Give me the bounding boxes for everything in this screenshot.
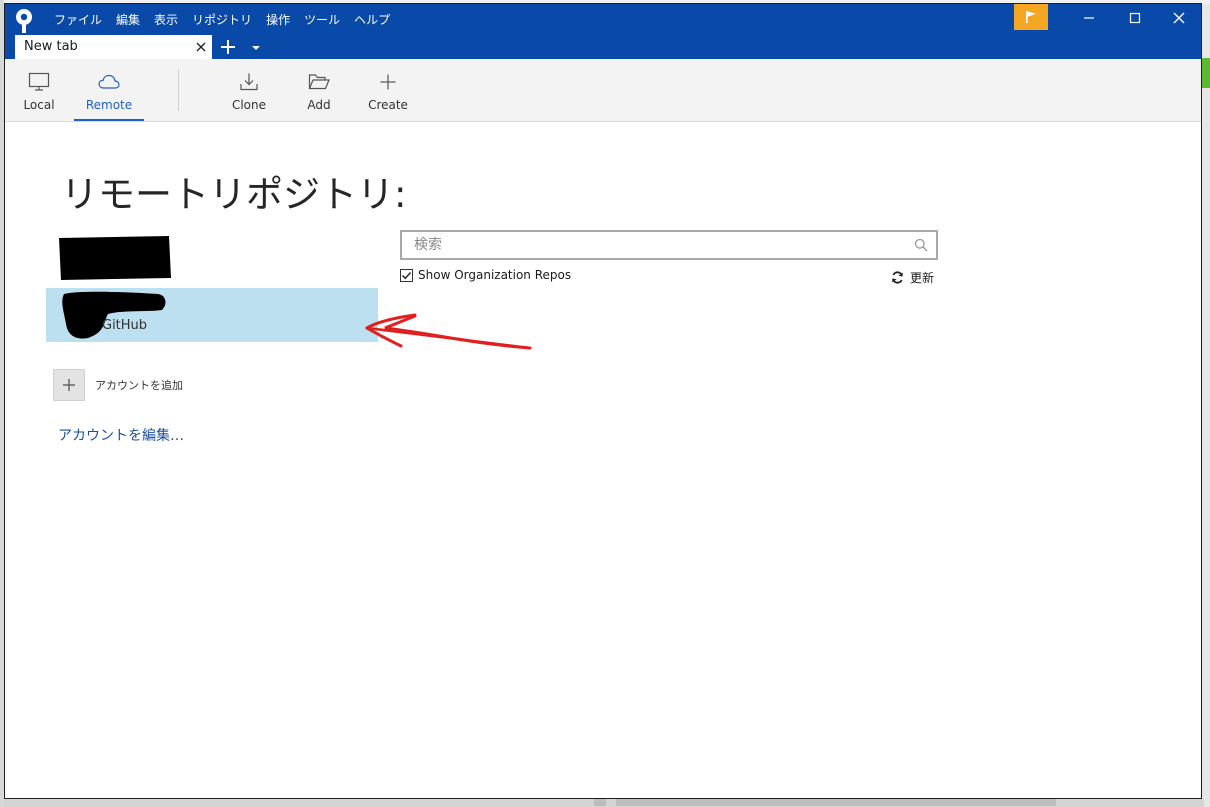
refresh-icon <box>892 271 903 284</box>
flag-button[interactable] <box>1014 4 1048 30</box>
close-window-button[interactable] <box>1156 4 1201 32</box>
annotation-arrow <box>365 313 532 350</box>
new-tab-plus-icon[interactable] <box>219 38 237 56</box>
monitor-icon <box>28 72 50 91</box>
add-account-label: アカウントを追加 <box>95 379 183 392</box>
maximize-button[interactable] <box>1112 4 1158 32</box>
minimize-icon <box>1084 17 1094 19</box>
remote-label: Remote <box>85 98 133 112</box>
tab-dropdown-icon[interactable] <box>251 44 261 52</box>
minimize-button[interactable] <box>1066 4 1112 32</box>
menu-bar: ファイル 編集 表示 リポジトリ 操作 ツール ヘルプ <box>47 10 397 30</box>
search-icon[interactable] <box>914 238 928 252</box>
folder-open-icon <box>308 74 330 90</box>
menu-edit[interactable]: 編集 <box>109 10 147 30</box>
menu-file[interactable]: ファイル <box>47 10 109 30</box>
create-button[interactable]: Create <box>363 59 413 121</box>
tab-new-tab[interactable]: New tab <box>15 35 212 59</box>
redacted-account-name <box>59 236 171 280</box>
search-box <box>400 230 938 260</box>
clone-button[interactable]: Clone <box>225 59 273 121</box>
add-account-button[interactable] <box>53 369 85 401</box>
tab-close-icon[interactable] <box>195 41 207 53</box>
plus-icon <box>63 379 75 391</box>
refresh-button[interactable]: 更新 <box>891 269 934 286</box>
toolbar-separator <box>178 69 179 111</box>
maximize-icon <box>1129 12 1141 24</box>
remote-button[interactable]: Remote <box>74 59 144 121</box>
account-row-github[interactable]: GitHub <box>46 288 378 342</box>
title-bar: ファイル 編集 表示 リポジトリ 操作 ツール ヘルプ New tab <box>5 4 1201 59</box>
download-icon <box>240 73 258 91</box>
add-account[interactable]: アカウントを追加 <box>53 369 183 401</box>
search-input[interactable] <box>402 232 914 258</box>
flag-icon <box>1026 11 1036 23</box>
edit-accounts-link[interactable]: アカウントを編集… <box>58 425 184 445</box>
menu-help[interactable]: ヘルプ <box>347 10 397 30</box>
menu-tools[interactable]: ツール <box>297 10 347 30</box>
app-window: ファイル 編集 表示 リポジトリ 操作 ツール ヘルプ New tab Loca… <box>4 3 1202 799</box>
refresh-label: 更新 <box>910 271 935 285</box>
page-title: リモートリポジトリ: <box>61 173 407 216</box>
show-org-repos[interactable]: Show Organization Repos <box>400 268 571 282</box>
toolbar: Local Remote Clone Add Create <box>5 59 1201 122</box>
cloud-icon <box>98 74 120 89</box>
close-icon <box>1173 12 1185 24</box>
add-button[interactable]: Add <box>295 59 343 121</box>
desktop-taskbar-strip <box>4 798 1204 807</box>
add-label: Add <box>307 98 331 112</box>
menu-view[interactable]: 表示 <box>147 10 185 30</box>
account-provider-label: GitHub <box>102 318 148 333</box>
menu-repository[interactable]: リポジトリ <box>185 10 259 30</box>
show-org-repos-checkbox[interactable] <box>400 268 413 282</box>
local-button[interactable]: Local <box>15 59 63 121</box>
tab-label: New tab <box>24 39 78 54</box>
clone-label: Clone <box>231 98 267 112</box>
local-label: Local <box>23 98 55 112</box>
show-org-repos-label: Show Organization Repos <box>418 268 572 282</box>
taskbar-segment <box>616 799 1056 806</box>
menu-actions[interactable]: 操作 <box>259 10 297 30</box>
sourcetree-logo-icon[interactable] <box>14 8 34 34</box>
checkmark-icon <box>402 271 412 279</box>
desktop-background-right <box>1202 58 1210 88</box>
taskbar-segment <box>594 799 606 806</box>
plus-icon <box>380 74 396 90</box>
create-label: Create <box>368 98 408 112</box>
